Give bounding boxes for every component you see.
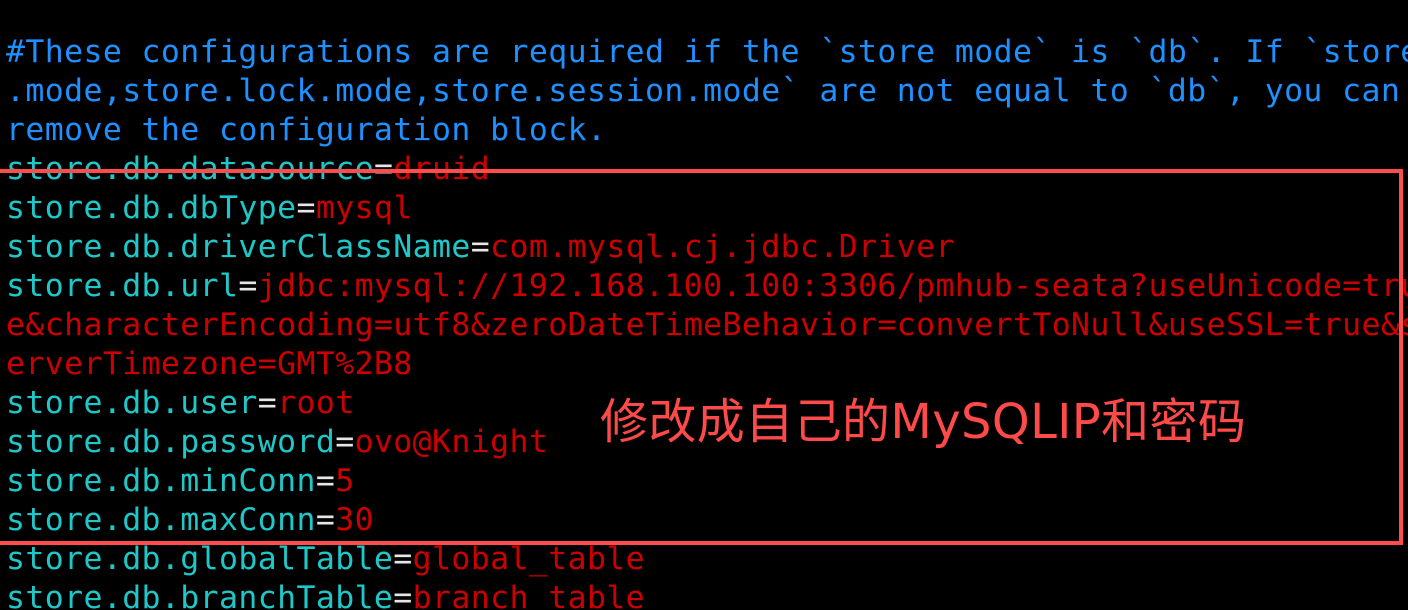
terminal-window: #These configurations are required if th… [0,0,1408,610]
config-line-globaltable: store.db.globalTable=global_table [6,540,645,579]
config-line-branchtable: store.db.branchTable=branch_table [6,579,645,610]
equals-sign: = [393,580,413,610]
comment-line-2: .mode,store.lock.mode,store.session.mode… [6,73,1401,109]
config-value: branch_table [412,580,646,610]
annotation-text: 修改成自己的MySQLIP和密码 [600,394,1247,450]
comment-line-1: #These configurations are required if th… [6,34,1408,70]
config-value: global_table [412,541,646,577]
config-key: store.db.globalTable [6,541,394,577]
highlight-box [0,169,1403,545]
config-key: store.db.branchTable [6,580,394,610]
comment-line-3: remove the configuration block. [6,112,607,148]
equals-sign: = [393,541,413,577]
